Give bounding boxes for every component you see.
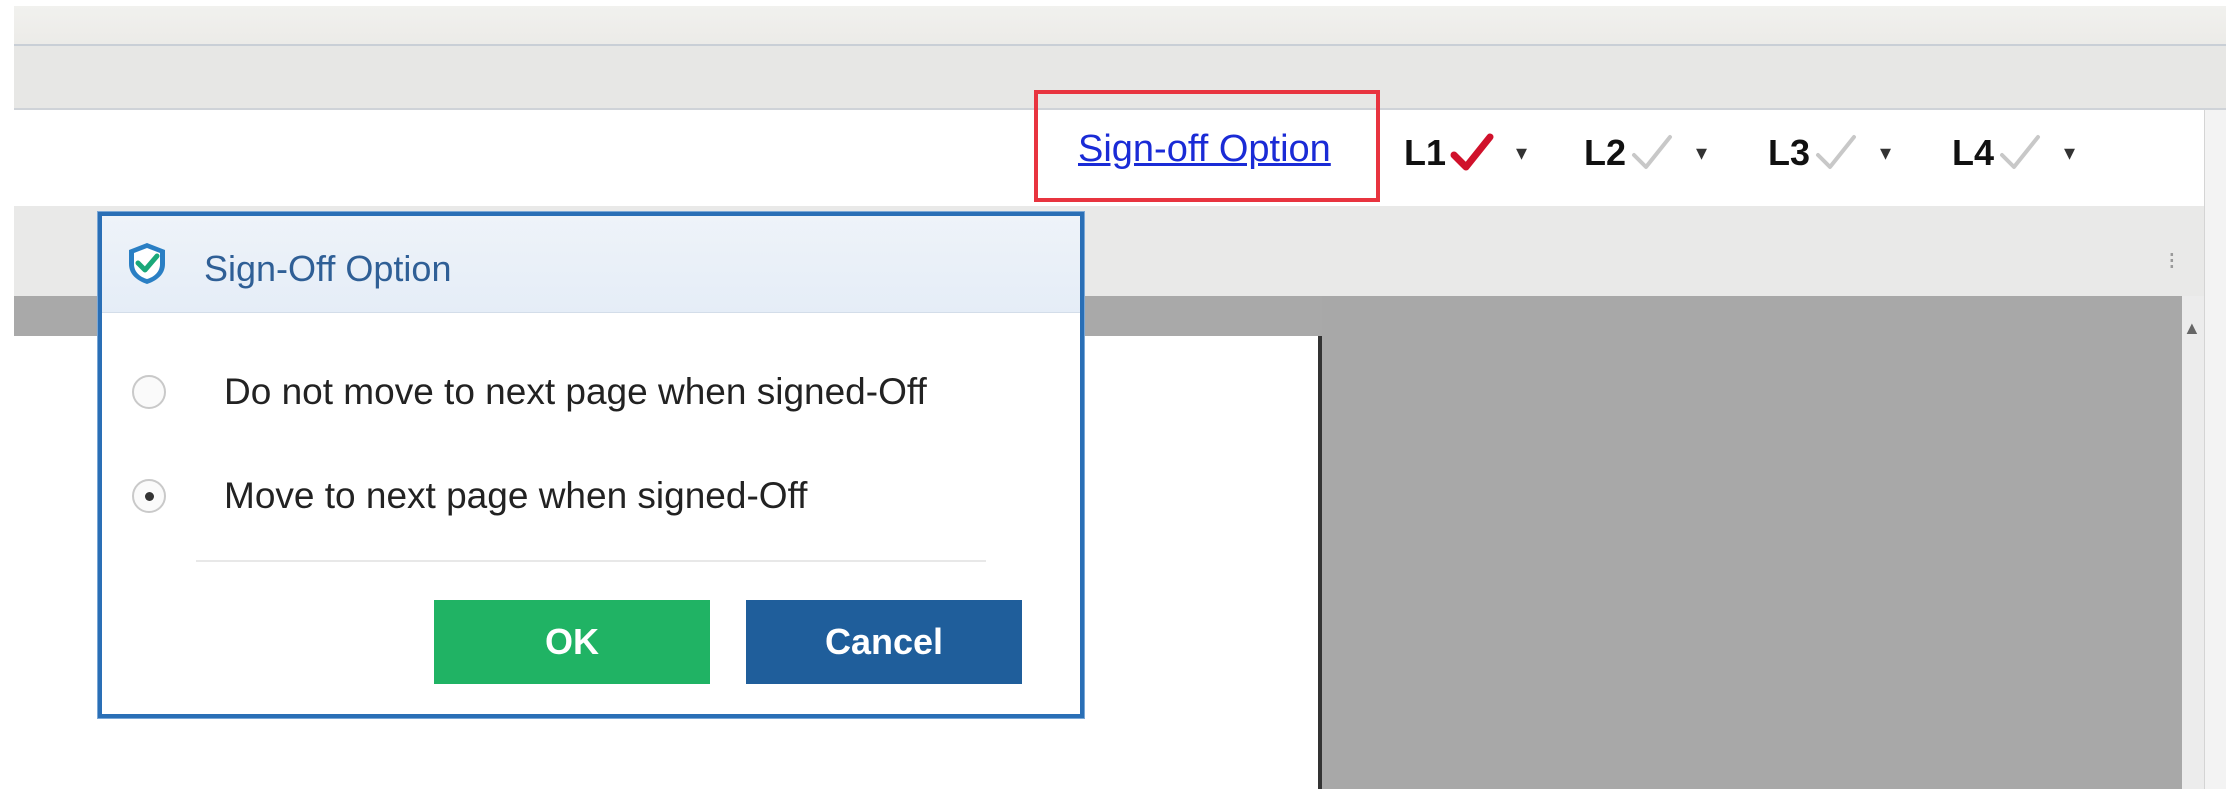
check-icon <box>2000 135 2041 169</box>
divider <box>196 560 986 562</box>
tab-band <box>14 6 2226 46</box>
chevron-down-icon[interactable]: ▾ <box>1696 140 1707 166</box>
check-icon <box>1816 135 1857 169</box>
left-margin <box>0 0 14 789</box>
option-label: Do not move to next page when signed-Off <box>224 371 927 412</box>
radio-button-selected[interactable] <box>132 479 166 513</box>
level-l4[interactable]: L4 ▾ <box>1952 128 2075 178</box>
level-label: L4 <box>1952 132 1995 173</box>
check-icon <box>1450 133 1494 171</box>
viewer-side-area <box>1322 296 2182 789</box>
chevron-down-icon[interactable]: ▾ <box>1880 140 1891 166</box>
level-label: L1 <box>1404 132 1447 173</box>
signoff-option-dialog: Sign-Off Option Do not move to next page… <box>98 212 1084 718</box>
chevron-down-icon[interactable]: ▾ <box>2064 140 2075 166</box>
option-label: Move to next page when signed-Off <box>224 475 808 516</box>
scroll-up-arrow-icon[interactable]: ▲ <box>2183 318 2201 339</box>
grip-icon[interactable]: ⁝ <box>2168 250 2176 274</box>
cancel-button[interactable]: Cancel <box>746 600 1022 684</box>
vertical-scrollbar[interactable] <box>2182 296 2204 789</box>
option-move-to-next[interactable]: Move to next page when signed-Off <box>132 468 807 524</box>
level-l3[interactable]: L3 ▾ <box>1768 128 1891 178</box>
radio-button[interactable] <box>132 375 166 409</box>
chevron-down-icon[interactable]: ▾ <box>1516 140 1527 166</box>
option-do-not-move[interactable]: Do not move to next page when signed-Off <box>132 364 927 420</box>
dialog-title: Sign-Off Option <box>204 248 452 289</box>
signoff-option-link[interactable]: Sign-off Option <box>1078 128 1331 171</box>
right-edge <box>2204 110 2226 789</box>
level-label: L3 <box>1768 132 1811 173</box>
check-icon <box>1632 135 1673 169</box>
level-label: L2 <box>1584 132 1627 173</box>
level-l2[interactable]: L2 ▾ <box>1584 128 1707 178</box>
ok-button[interactable]: OK <box>434 600 710 684</box>
shield-check-icon <box>129 243 165 284</box>
level-l1[interactable]: L1 ▾ <box>1404 128 1527 178</box>
